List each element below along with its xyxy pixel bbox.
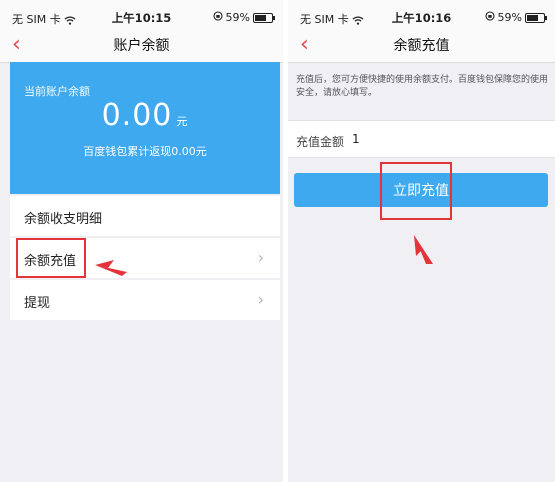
recharge-notice: 充值后，您可方便快捷的使用余额支付。百度钱包保障您的使用安全，请放心填写。 [296,75,549,98]
page-title: 余额充值 [393,38,450,54]
pointer-arrow-icon [414,235,433,264]
list-item-recharge[interactable]: 余额充值 › [10,238,280,278]
amount-row: 充值金额 [288,120,555,158]
orientation-lock-icon [484,11,495,24]
battery-icon [253,12,275,23]
list-item-withdraw[interactable]: 提现 › [10,280,280,320]
battery-percent: 59% [225,11,250,24]
list-item-label: 提现 [24,296,51,311]
balance-card: 当前账户余额 0.00 元 百度钱包累计返现0.00元 [10,62,280,194]
pointer-arrow-icon [95,260,127,276]
list-item-detail[interactable]: 余额收支明细 [10,196,280,236]
balance-label: 当前账户余额 [24,85,90,98]
status-bar: 无 SIM 卡 上午10:16 59% [288,0,555,34]
rebate-text: 百度钱包累计返现0.00元 [83,145,207,158]
chevron-right-icon: › [257,290,264,309]
chevron-right-icon: › [257,248,264,267]
recharge-now-button[interactable]: 立即充值 [294,173,548,207]
amount-input[interactable] [350,128,474,150]
left-screen: 无 SIM 卡 上午10:15 59% ‹ 账户余额 当前账户余额 0.00 元 … [0,0,283,482]
list-item-label: 余额收支明细 [24,212,103,227]
right-screen: 无 SIM 卡 上午10:16 59% ‹ 余额充值 充值后，您可方便快捷的使用… [288,0,555,482]
status-bar: 无 SIM 卡 上午10:15 59% [0,0,283,34]
balance-unit: 元 [176,115,189,128]
orientation-lock-icon [212,11,223,24]
battery-percent: 59% [497,11,522,24]
nav-bar: ‹ 余额充值 [288,34,555,63]
page-title: 账户余额 [113,38,170,54]
balance-amount: 0.00 [101,98,173,133]
amount-label: 充值金额 [296,135,345,149]
list-item-label: 余额充值 [24,254,77,269]
battery-icon [525,12,547,23]
nav-bar: ‹ 账户余额 [0,34,283,63]
